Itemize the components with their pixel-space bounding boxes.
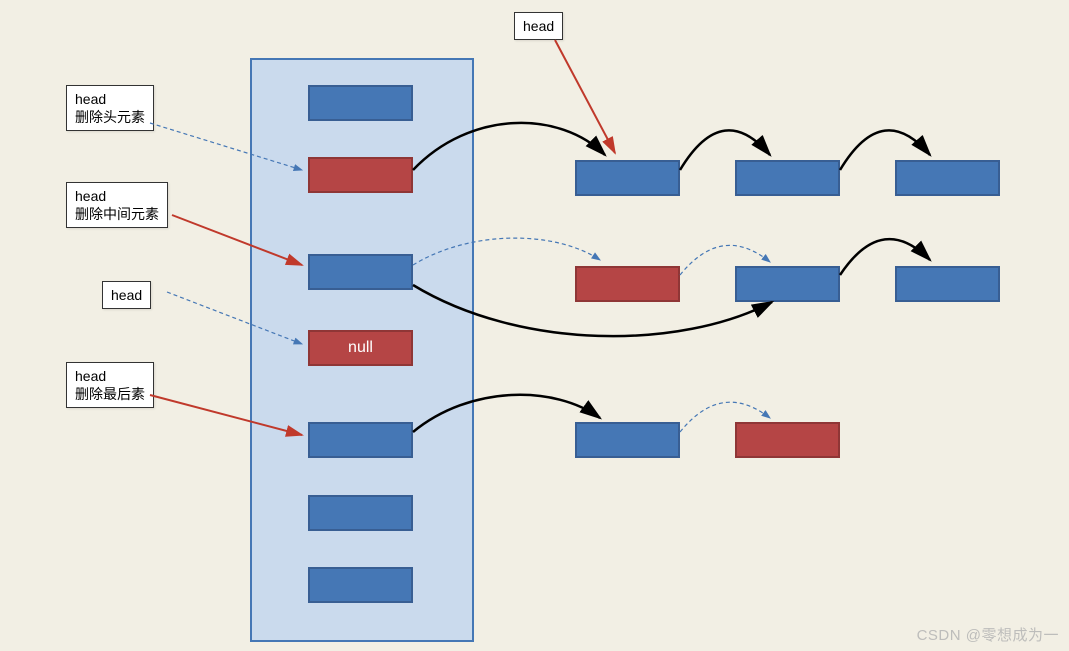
label-head-top: head bbox=[514, 12, 563, 40]
null-text: null bbox=[348, 339, 373, 357]
row2-node-1-deleted bbox=[575, 266, 680, 302]
slot-2 bbox=[308, 254, 413, 290]
slot-1-deleted bbox=[308, 157, 413, 193]
arrow-overlay bbox=[0, 0, 1069, 651]
row3-node-1 bbox=[575, 422, 680, 458]
label-head-mid: head bbox=[102, 281, 151, 309]
row1-node-3 bbox=[895, 160, 1000, 196]
slot-3-null: null bbox=[308, 330, 413, 366]
label-remove-last: head 删除最后素 bbox=[66, 362, 154, 408]
row1-node-1 bbox=[575, 160, 680, 196]
watermark: CSDN @零想成为一 bbox=[917, 624, 1059, 645]
row1-node-2 bbox=[735, 160, 840, 196]
slot-5 bbox=[308, 495, 413, 531]
slot-6 bbox=[308, 567, 413, 603]
row2-node-2 bbox=[735, 266, 840, 302]
row3-node-2-deleted bbox=[735, 422, 840, 458]
label-remove-head: head 删除头元素 bbox=[66, 85, 154, 131]
label-remove-middle: head 删除中间元素 bbox=[66, 182, 168, 228]
slot-0 bbox=[308, 85, 413, 121]
row2-node-3 bbox=[895, 266, 1000, 302]
slot-4 bbox=[308, 422, 413, 458]
